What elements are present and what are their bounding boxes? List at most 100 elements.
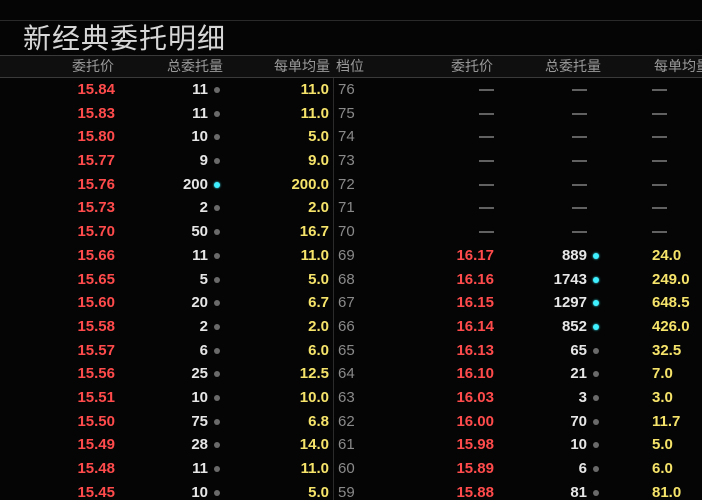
header-level[interactable]: 档位 [336,59,364,75]
table-row[interactable]: 15.58 2 2.0 66 16.14 852 426.0 [0,315,702,339]
left-avg: 12.5 [299,365,329,383]
highlight-dot-icon [593,276,599,283]
level: 72 [338,175,355,193]
level: 70 [338,223,355,241]
right-avg: 249.0 [652,270,690,288]
right-price: 15.98 [456,436,494,454]
left-price: 15.83 [77,104,115,122]
level: 71 [338,199,355,217]
top-border [0,20,702,21]
table-row[interactable]: 15.83 11 11.0 75 — — — [0,102,702,126]
right-price: — [479,223,494,241]
left-total: 10 [191,483,208,500]
right-avg: 426.0 [652,317,690,335]
right-total: 81 [570,483,587,500]
level: 59 [338,483,355,500]
right-price: 16.10 [456,365,494,383]
right-avg: 81.0 [652,483,682,500]
header-left-total[interactable]: 总委托量 [167,59,223,75]
dot-icon [593,466,599,472]
left-total: 5 [199,270,208,288]
level: 68 [338,270,355,288]
table-row[interactable]: 15.77 9 9.0 73 — — — [0,149,702,173]
dot-icon [593,371,599,378]
table-header: 委托价 总委托量 每单均量 档位 委托价 总委托量 每单均量 [0,55,702,78]
dot-icon [214,158,220,165]
highlight-dot-icon [214,181,220,188]
table-row[interactable]: 15.73 2 2.0 71 — — — [0,196,702,220]
right-price: 16.00 [456,412,494,430]
left-avg: 200.0 [291,175,329,193]
table-row[interactable]: 15.80 10 5.0 74 — — — [0,125,702,149]
left-price: 15.73 [77,199,115,217]
left-price: 15.77 [77,152,115,170]
dot-icon [214,229,220,236]
dot-icon [214,205,220,212]
header-right-avg[interactable]: 每单均量 [654,59,702,75]
level: 66 [338,317,355,335]
left-total: 11 [192,460,208,477]
highlight-dot-icon [593,252,599,259]
left-price: 15.70 [77,223,115,241]
dot-icon [593,394,599,401]
table-row[interactable]: 15.60 20 6.7 67 16.15 1297 648.5 [0,291,702,315]
right-avg: — [652,175,667,193]
left-avg: 14.0 [299,436,329,454]
table-row[interactable]: 15.45 10 5.0 59 15.88 81 81.0 [0,481,702,500]
header-left-price[interactable]: 委托价 [72,59,114,75]
left-total: 2 [199,199,208,217]
right-avg: 11.7 [652,412,681,430]
right-total: 1743 [553,270,587,288]
table-row[interactable]: 15.51 10 10.0 63 16.03 3 3.0 [0,386,702,410]
right-price: 15.88 [456,483,494,500]
right-total: — [572,128,587,146]
table-row[interactable]: 15.57 6 6.0 65 16.13 65 32.5 [0,339,702,363]
table-row[interactable]: 15.49 28 14.0 61 15.98 10 5.0 [0,433,702,457]
right-total: — [572,104,587,122]
left-price: 15.65 [77,270,115,288]
right-avg: 24.0 [652,246,682,264]
header-right-price[interactable]: 委托价 [451,59,493,75]
table-row[interactable]: 15.70 50 16.7 70 — — — [0,220,702,244]
dot-icon [214,466,220,472]
right-total: 10 [570,436,587,454]
table-row[interactable]: 15.66 11 11.0 69 16.17 889 24.0 [0,244,702,268]
left-price: 15.58 [77,317,115,335]
table-row[interactable]: 15.76 200 200.0 72 — — — [0,173,702,197]
table-row[interactable]: 15.84 11 11.0 76 — — — [0,78,702,102]
table-row[interactable]: 15.56 25 12.5 64 16.10 21 7.0 [0,362,702,386]
left-avg: 6.8 [308,412,329,430]
header-right-total[interactable]: 总委托量 [545,59,601,75]
right-total: — [572,223,587,241]
left-price: 15.76 [77,175,115,193]
right-price: 16.15 [456,294,494,312]
left-price: 15.57 [77,341,115,359]
right-price: — [479,128,494,146]
left-total: 75 [191,412,208,430]
table-row[interactable]: 15.50 75 6.8 62 16.00 70 11.7 [0,410,702,434]
left-total: 28 [191,436,208,454]
header-left-avg[interactable]: 每单均量 [274,59,330,75]
left-avg: 9.0 [308,152,329,170]
left-avg: 16.7 [299,223,329,241]
right-price: 16.16 [456,270,494,288]
right-price: 16.14 [456,317,494,335]
dot-icon [214,371,220,378]
left-avg: 11.0 [300,104,329,122]
left-total: 200 [182,175,208,193]
table-row[interactable]: 15.65 5 5.0 68 16.16 1743 249.0 [0,268,702,292]
right-price: 16.03 [456,388,494,406]
dot-icon [214,276,220,283]
highlight-dot-icon [593,300,599,307]
table-row[interactable]: 15.48 11 11.0 60 15.89 6 6.0 [0,457,702,481]
level: 67 [338,294,355,312]
right-avg: 5.0 [652,436,673,454]
left-avg: 5.0 [308,270,329,288]
dot-icon [214,252,220,259]
right-total: — [572,81,587,98]
right-price: 16.17 [456,246,494,264]
right-avg: — [652,81,667,98]
level: 63 [338,388,355,406]
right-total: — [572,152,587,170]
left-avg: 6.7 [308,294,329,312]
